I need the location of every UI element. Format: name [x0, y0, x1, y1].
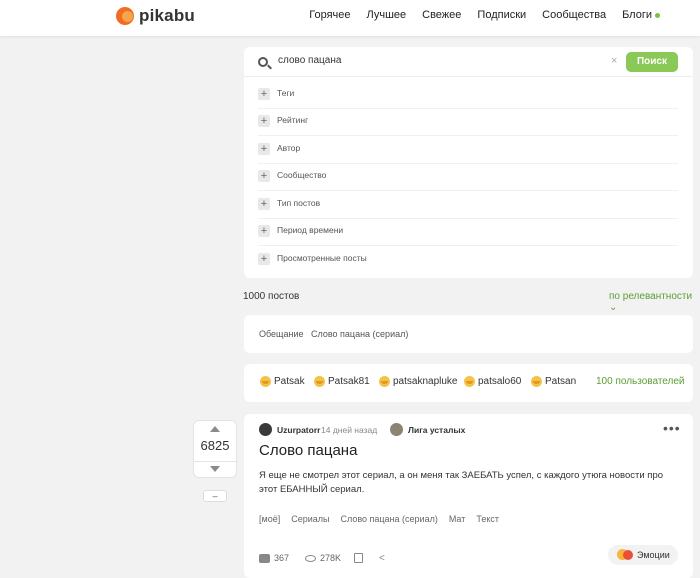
post-title[interactable]: Слово пацана — [259, 442, 357, 459]
nav-communities[interactable]: Сообщества — [542, 9, 606, 21]
sort-label: по релевантности — [609, 291, 693, 302]
plus-icon: + — [258, 115, 270, 127]
minus-button[interactable]: – — [203, 490, 227, 502]
community-name[interactable]: Лига усталых — [408, 425, 465, 435]
post-footer: 367 278K < Эмоции — [259, 545, 679, 568]
vote-up-icon[interactable] — [210, 426, 220, 432]
rating-value: 6825 — [200, 438, 230, 453]
eye-icon — [305, 554, 316, 562]
related-tag[interactable]: Обещание — [259, 329, 303, 339]
filter-author[interactable]: + Автор — [258, 137, 678, 164]
main-nav: Горячее Лучшее Свежее Подписки Сообществ… — [309, 9, 660, 21]
vote-down-icon[interactable] — [210, 466, 220, 472]
post-tag[interactable]: Слово пацана (сериал) — [340, 514, 437, 524]
plus-icon: + — [258, 88, 270, 100]
nav-subscriptions[interactable]: Подписки — [477, 9, 526, 21]
user-chip[interactable]: Patsak — [260, 376, 305, 387]
filter-label: Просмотренные посты — [277, 253, 367, 263]
avatar — [260, 376, 271, 387]
post-tag[interactable]: Сериалы — [291, 514, 329, 524]
filter-label: Сообщество — [277, 170, 327, 180]
related-tags-panel: Обещание Слово пацана (сериал) — [244, 315, 693, 353]
post-tag[interactable]: Мат — [449, 514, 466, 524]
emotions-button[interactable]: Эмоции — [608, 545, 678, 565]
logo-text: pikabu — [139, 6, 195, 25]
filter-viewed[interactable]: + Просмотренные посты — [258, 247, 678, 274]
filter-label: Теги — [277, 88, 295, 98]
views-counter: 278K — [305, 553, 341, 563]
user-chip[interactable]: Patsan — [531, 376, 576, 387]
comments-count: 367 — [274, 553, 290, 563]
users-total-link[interactable]: 100 пользователей — [596, 376, 685, 387]
more-icon[interactable]: ••• — [663, 420, 681, 436]
user-name: patsaknapluke — [393, 376, 458, 387]
search-bar: × Поиск — [244, 47, 693, 77]
user-chip[interactable]: patsaknapluke — [379, 376, 458, 387]
users-panel: Patsak Patsak81 patsaknapluke patsalo60 … — [244, 364, 693, 402]
avatar — [531, 376, 542, 387]
share-button[interactable]: < — [379, 553, 385, 564]
filter-rating[interactable]: + Рейтинг — [258, 109, 678, 136]
search-icon — [258, 57, 268, 67]
divider — [194, 461, 236, 462]
nav-hot[interactable]: Горячее — [309, 9, 350, 21]
sort-select[interactable]: по релевантности ⌄ — [609, 291, 700, 313]
share-icon: < — [379, 553, 385, 564]
clear-icon[interactable]: × — [611, 55, 617, 67]
avatar — [314, 376, 325, 387]
site-logo[interactable]: pikabu — [116, 6, 195, 26]
nav-fresh[interactable]: Свежее — [422, 9, 461, 21]
search-button[interactable]: Поиск — [626, 52, 678, 72]
post-card: Uzurpatorr 14 дней назад Лига усталых ••… — [244, 414, 693, 578]
post-time: 14 дней назад — [321, 425, 378, 435]
user-chip[interactable]: Patsak81 — [314, 376, 370, 387]
plus-icon: + — [258, 225, 270, 237]
filter-label: Тип постов — [277, 198, 321, 208]
filter-label: Рейтинг — [277, 115, 309, 125]
post-tags: [моё] Сериалы Слово пацана (сериал) Мат … — [259, 514, 499, 524]
avatar[interactable] — [259, 423, 272, 436]
filter-label: Период времени — [277, 225, 344, 235]
user-chip[interactable]: patsalo60 — [464, 376, 521, 387]
emoji-icon — [617, 549, 633, 561]
plus-icon: + — [258, 253, 270, 265]
filter-community[interactable]: + Сообщество — [258, 164, 678, 191]
online-dot-icon — [655, 12, 660, 18]
avatar — [464, 376, 475, 387]
post-tag[interactable]: [моё] — [259, 514, 280, 524]
nav-best[interactable]: Лучшее — [367, 9, 407, 21]
search-panel: × Поиск + Теги + Рейтинг + Автор + Сообщ… — [244, 47, 693, 278]
user-name: Patsan — [545, 376, 577, 387]
user-name: Patsak81 — [328, 376, 370, 387]
author-name[interactable]: Uzurpatorr — [277, 425, 320, 435]
user-name: patsalo60 — [478, 376, 522, 387]
post-tag[interactable]: Текст — [476, 514, 499, 524]
emotions-label: Эмоции — [637, 550, 670, 560]
save-icon — [354, 553, 363, 563]
top-header: pikabu Горячее Лучшее Свежее Подписки Со… — [0, 0, 700, 36]
logo-icon — [116, 7, 134, 25]
views-count: 278K — [320, 553, 342, 563]
plus-icon: + — [258, 143, 270, 155]
user-name: Patsak — [274, 376, 305, 387]
filter-label: Автор — [277, 143, 301, 153]
filter-tags[interactable]: + Теги — [258, 82, 678, 109]
chevron-down-icon: ⌄ — [609, 302, 618, 313]
filter-period[interactable]: + Период времени — [258, 219, 678, 246]
filter-post-type[interactable]: + Тип постов — [258, 192, 678, 219]
posts-count: 1000 постов — [243, 291, 300, 302]
plus-icon: + — [258, 170, 270, 182]
comment-icon — [259, 553, 270, 563]
comments-button[interactable]: 367 — [259, 553, 289, 563]
post-text: Я еще не смотрел этот сериал, а он меня … — [259, 470, 664, 495]
plus-icon: + — [258, 198, 270, 210]
nav-blogs-label: Блоги — [622, 9, 652, 21]
nav-blogs[interactable]: Блоги — [622, 9, 660, 21]
community-avatar[interactable] — [390, 423, 403, 436]
related-tag[interactable]: Слово пацана (сериал) — [311, 329, 408, 339]
search-input[interactable] — [278, 55, 578, 66]
rating-box: 6825 — [193, 420, 237, 478]
save-button[interactable] — [354, 553, 363, 563]
avatar — [379, 376, 390, 387]
